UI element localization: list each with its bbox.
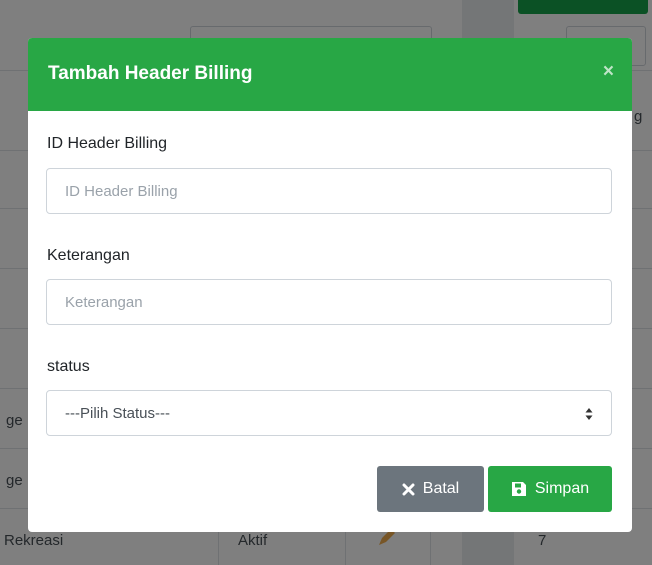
keterangan-label: Keterangan xyxy=(47,247,130,264)
add-header-billing-modal: Tambah Header Billing × ID Header Billin… xyxy=(28,38,632,532)
simpan-button[interactable]: Simpan xyxy=(488,466,612,512)
batal-button[interactable]: Batal xyxy=(377,466,484,512)
simpan-button-label: Simpan xyxy=(534,480,590,497)
save-icon xyxy=(511,482,526,496)
x-icon xyxy=(402,483,415,495)
keterangan-input[interactable] xyxy=(46,279,612,325)
modal-header: Tambah Header Billing × xyxy=(28,38,632,111)
id-header-billing-label: ID Header Billing xyxy=(47,135,168,152)
status-select-value: ---Pilih Status--- xyxy=(65,405,171,422)
id-header-billing-input[interactable] xyxy=(46,168,612,214)
sort-arrows-icon xyxy=(585,408,593,420)
close-icon[interactable]: × xyxy=(603,62,614,81)
status-select[interactable]: ---Pilih Status--- xyxy=(46,390,612,436)
status-label: status xyxy=(47,358,90,375)
batal-button-label: Batal xyxy=(422,480,460,497)
modal-title: Tambah Header Billing xyxy=(48,63,253,84)
